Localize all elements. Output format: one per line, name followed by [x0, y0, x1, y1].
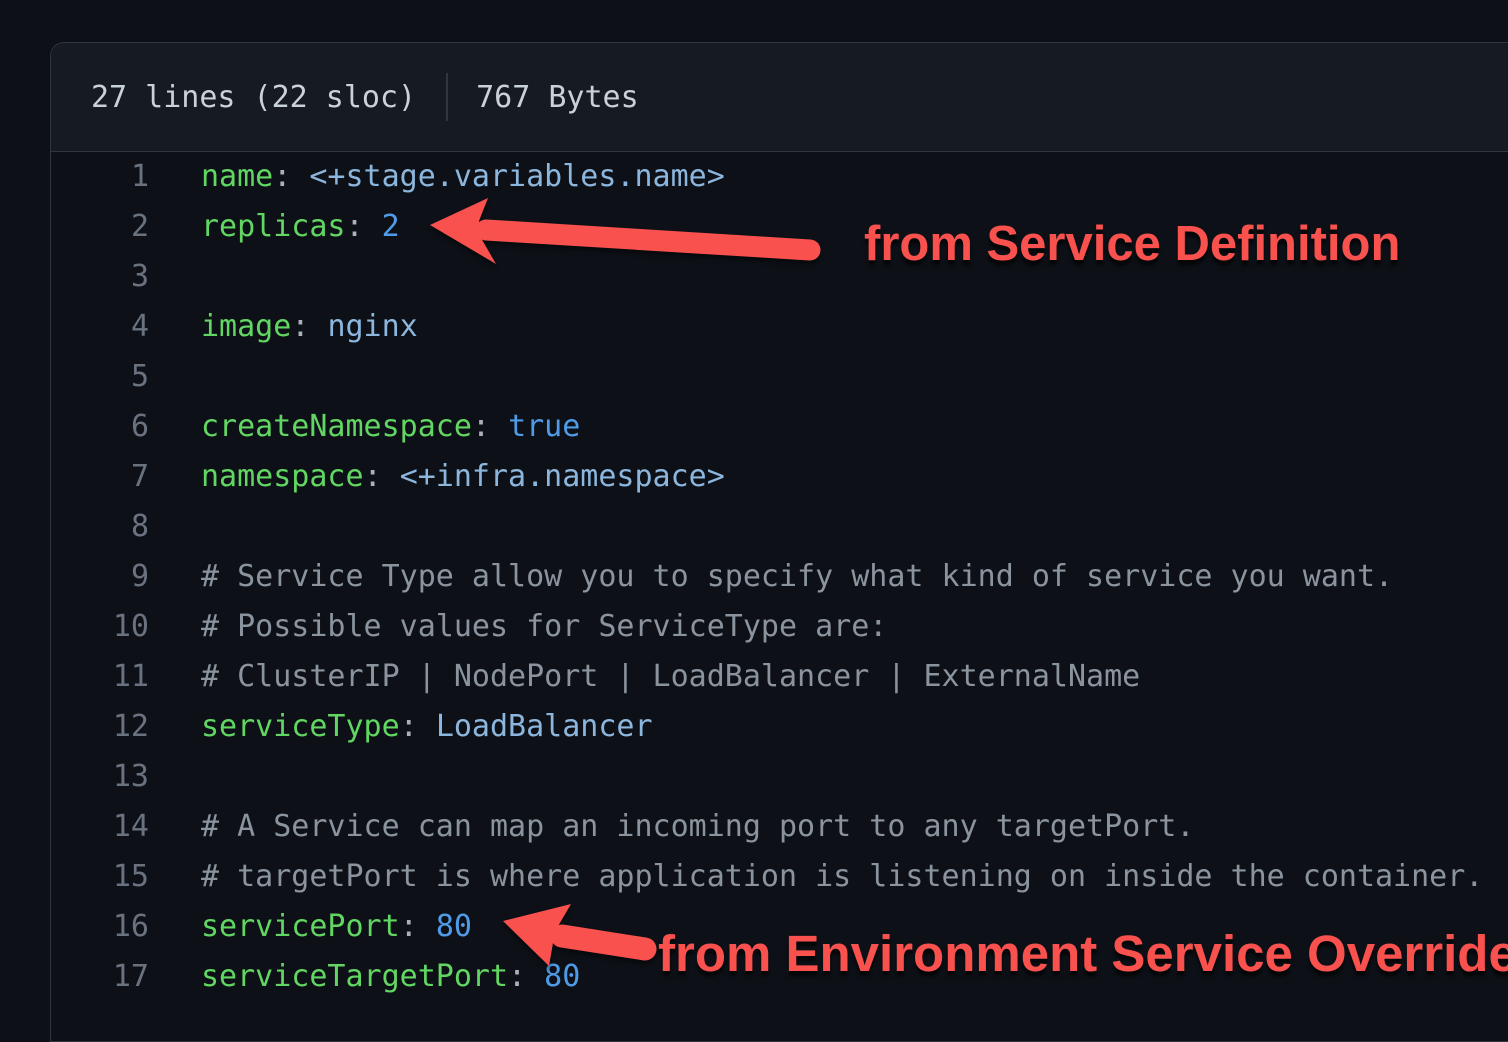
- code-line: 11# ClusterIP | NodePort | LoadBalancer …: [51, 652, 1508, 702]
- code-line-text: # targetPort is where application is lis…: [149, 852, 1483, 902]
- code-line-text: [149, 752, 201, 802]
- code-line-text: createNamespace: true: [149, 402, 580, 452]
- code-line: 15# targetPort is where application is l…: [51, 852, 1508, 902]
- code-line-text: # Possible values for ServiceType are:: [149, 602, 887, 652]
- line-number[interactable]: 4: [51, 302, 149, 352]
- annotation-service-definition: from Service Definition: [864, 216, 1400, 272]
- line-number[interactable]: 10: [51, 602, 149, 652]
- line-number[interactable]: 6: [51, 402, 149, 452]
- line-number[interactable]: 17: [51, 952, 149, 1002]
- line-number[interactable]: 12: [51, 702, 149, 752]
- file-size-info: 767 Bytes: [476, 80, 639, 115]
- code-line-text: [149, 502, 201, 552]
- code-line-text: # ClusterIP | NodePort | LoadBalancer | …: [149, 652, 1140, 702]
- code-line: 5: [51, 352, 1508, 402]
- code-line: 9# Service Type allow you to specify wha…: [51, 552, 1508, 602]
- file-lines-info: 27 lines (22 sloc): [91, 80, 416, 115]
- code-line: 13: [51, 752, 1508, 802]
- code-line: 12serviceType: LoadBalancer: [51, 702, 1508, 752]
- line-number[interactable]: 13: [51, 752, 149, 802]
- code-line: 10# Possible values for ServiceType are:: [51, 602, 1508, 652]
- code-line-text: # Service Type allow you to specify what…: [149, 552, 1393, 602]
- code-line: 8: [51, 502, 1508, 552]
- code-line-text: namespace: <+infra.namespace>: [149, 452, 725, 502]
- file-header-bar: 27 lines (22 sloc) 767 Bytes: [51, 43, 1508, 152]
- code-line-text: servicePort: 80: [149, 902, 472, 952]
- line-number[interactable]: 15: [51, 852, 149, 902]
- code-line: 6createNamespace: true: [51, 402, 1508, 452]
- line-number[interactable]: 7: [51, 452, 149, 502]
- line-number[interactable]: 9: [51, 552, 149, 602]
- annotation-environment-override: from Environment Service Override: [658, 924, 1508, 983]
- code-line-text: # A Service can map an incoming port to …: [149, 802, 1194, 852]
- code-line-text: name: <+stage.variables.name>: [149, 152, 725, 202]
- line-number[interactable]: 1: [51, 152, 149, 202]
- code-line-text: serviceType: LoadBalancer: [149, 702, 653, 752]
- line-number[interactable]: 14: [51, 802, 149, 852]
- code-line-text: replicas: 2: [149, 202, 400, 252]
- line-number[interactable]: 16: [51, 902, 149, 952]
- code-lines: 1name: <+stage.variables.name>2replicas:…: [51, 152, 1508, 1002]
- code-line-text: [149, 352, 201, 402]
- line-number[interactable]: 2: [51, 202, 149, 252]
- code-line: 14# A Service can map an incoming port t…: [51, 802, 1508, 852]
- file-viewer-panel: 27 lines (22 sloc) 767 Bytes 1name: <+st…: [50, 42, 1508, 1042]
- code-line-text: serviceTargetPort: 80: [149, 952, 580, 1002]
- header-divider: [446, 73, 448, 121]
- line-number[interactable]: 5: [51, 352, 149, 402]
- code-line-text: [149, 252, 201, 302]
- code-line: 1name: <+stage.variables.name>: [51, 152, 1508, 202]
- line-number[interactable]: 8: [51, 502, 149, 552]
- code-line: 4image: nginx: [51, 302, 1508, 352]
- code-line: 7namespace: <+infra.namespace>: [51, 452, 1508, 502]
- line-number[interactable]: 3: [51, 252, 149, 302]
- line-number[interactable]: 11: [51, 652, 149, 702]
- code-line-text: image: nginx: [149, 302, 418, 352]
